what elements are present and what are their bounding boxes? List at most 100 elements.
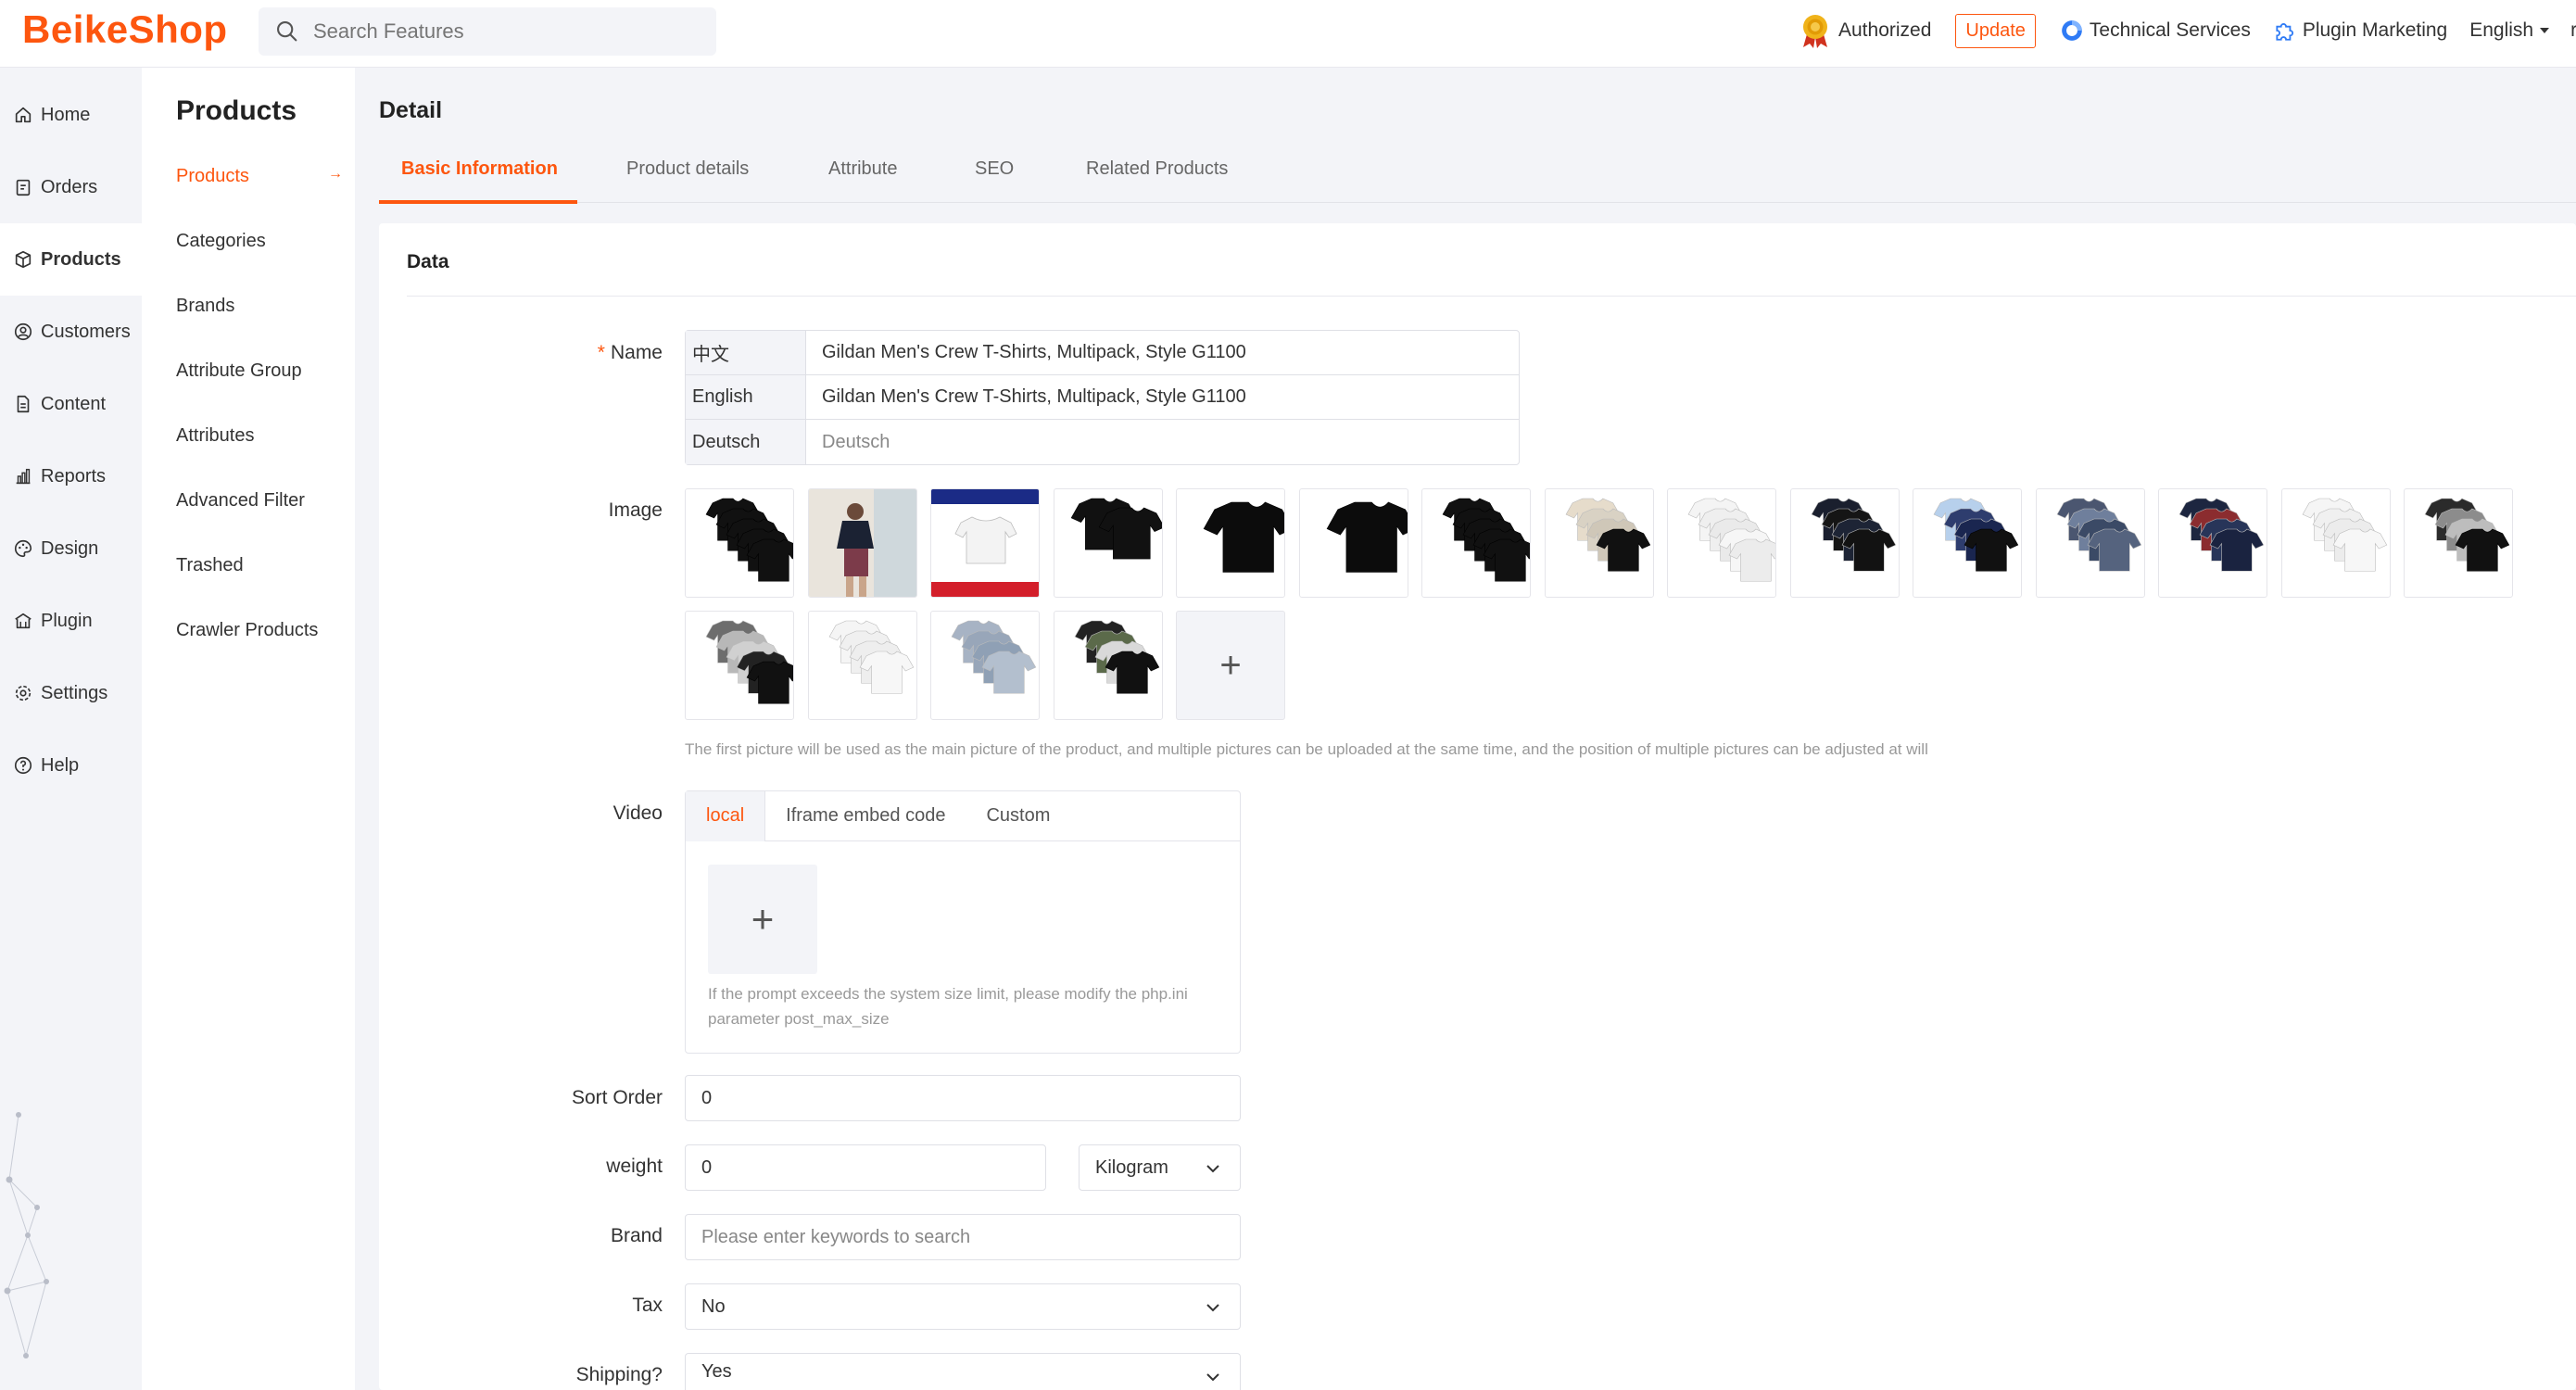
sidebar-item-content[interactable]: Content — [0, 368, 142, 440]
sidebar-item-label: Plugin — [41, 610, 93, 631]
sort-order-label: Sort Order — [571, 1087, 663, 1108]
authorized-badge[interactable]: Authorized — [1798, 12, 1931, 49]
sidebar-item-customers[interactable]: Customers — [0, 296, 142, 368]
plugin-marketing-link[interactable]: Plugin Marketing — [2273, 19, 2447, 43]
tab-related-products[interactable]: Related Products — [1086, 158, 1228, 180]
tab-attribute[interactable]: Attribute — [828, 158, 897, 180]
products-icon — [15, 250, 32, 269]
content-icon — [17, 395, 30, 413]
name-input-de[interactable]: Deutsch — [806, 420, 1519, 464]
sidebar-item-design[interactable]: Design — [0, 512, 142, 585]
name-label-text: Name — [610, 342, 663, 363]
chevron-down-icon — [1206, 1165, 1219, 1173]
submenu-item-categories[interactable]: Categories — [176, 231, 343, 252]
product-image-thumbnail[interactable] — [1913, 488, 2022, 598]
weight-unit-select[interactable]: Kilogram — [1079, 1144, 1241, 1191]
tab-basic-information[interactable]: Basic Information — [401, 158, 558, 180]
sidebar-item-reports[interactable]: Reports — [0, 440, 142, 512]
page-title: Detail — [379, 97, 443, 123]
brand-search-input[interactable]: Please enter keywords to search — [685, 1214, 1241, 1260]
shipping-select[interactable]: Yes — [685, 1353, 1241, 1390]
caret-down-icon — [2540, 28, 2550, 33]
name-input-zh[interactable]: Gildan Men's Crew T-Shirts, Multipack, S… — [806, 331, 1519, 374]
submenu-item-products[interactable]: Products → — [176, 166, 343, 187]
video-label: Video — [612, 802, 663, 824]
product-image-thumbnail[interactable] — [1298, 488, 1408, 598]
weight-label: weight — [606, 1156, 663, 1177]
tab-product-details[interactable]: Product details — [626, 158, 749, 180]
product-image-thumbnail[interactable] — [807, 488, 917, 598]
product-image-thumbnail[interactable] — [685, 488, 794, 598]
plugin-icon — [15, 613, 32, 629]
name-input-en[interactable]: Gildan Men's Crew T-Shirts, Multipack, S… — [806, 375, 1519, 419]
sidebar-item-label: Design — [41, 537, 99, 559]
language-dropdown[interactable]: English — [2469, 19, 2550, 42]
shipping-label: Shipping? — [575, 1364, 663, 1385]
sort-order-input[interactable]: 0 — [685, 1075, 1241, 1121]
logo[interactable]: BeikeShop — [22, 7, 228, 52]
product-image-thumbnail[interactable] — [1421, 488, 1531, 598]
product-image-thumbnail[interactable] — [1053, 611, 1163, 720]
search-box[interactable] — [259, 7, 716, 56]
weight-input[interactable]: 0 — [685, 1144, 1046, 1191]
section-divider — [407, 296, 2576, 297]
product-image-thumbnail[interactable] — [1053, 488, 1163, 598]
submenu-item-crawler-products[interactable]: Crawler Products — [176, 620, 343, 641]
video-hint: If the prompt exceeds the system size li… — [708, 985, 1188, 1028]
technical-services-icon — [2062, 20, 2082, 41]
update-button[interactable]: Update — [1955, 13, 2036, 48]
submenu-item-brands[interactable]: Brands — [176, 296, 343, 317]
product-image-thumbnail[interactable] — [685, 611, 794, 720]
tab-seo[interactable]: SEO — [975, 158, 1014, 180]
sidebar-item-home[interactable]: Home — [0, 79, 142, 151]
active-tab-indicator — [379, 200, 577, 204]
reports-icon — [16, 468, 31, 485]
product-image-thumbnail[interactable] — [2280, 488, 2391, 598]
add-image-button[interactable]: + — [1176, 611, 1285, 720]
video-tab-local[interactable]: local — [686, 790, 766, 841]
submenu-item-advanced-filter[interactable]: Advanced Filter — [176, 490, 343, 512]
product-image-thumbnail[interactable] — [1667, 488, 1776, 598]
video-tab-iframe[interactable]: Iframe embed code — [765, 791, 966, 841]
sidebar-item-label: Settings — [41, 682, 108, 703]
name-row-zh: 中文 Gildan Men's Crew T-Shirts, Multipack… — [686, 331, 1519, 375]
puzzle-icon — [2276, 23, 2293, 41]
home-icon — [15, 107, 32, 123]
search-input[interactable] — [313, 19, 684, 44]
sidebar-item-products[interactable]: Products — [0, 223, 142, 296]
technical-services-link[interactable]: Technical Services — [2060, 19, 2251, 43]
video-upload-button[interactable]: + — [708, 865, 817, 974]
lang-label-zh: 中文 — [686, 331, 806, 374]
image-hint: The first picture will be used as the ma… — [685, 740, 1928, 758]
sidebar-item-label: Home — [41, 104, 91, 125]
product-image-thumbnail[interactable] — [807, 611, 917, 720]
product-image-thumbnail[interactable] — [2158, 488, 2267, 598]
submenu-item-label: Products — [176, 166, 249, 186]
sidebar-item-label: Reports — [41, 465, 107, 486]
tax-select[interactable]: No — [685, 1283, 1241, 1330]
product-image-thumbnail[interactable] — [1789, 488, 1900, 598]
product-image-thumbnail[interactable] — [930, 488, 1040, 598]
plugin-marketing-label: Plugin Marketing — [2302, 19, 2448, 41]
user-menu[interactable]: rc — [2570, 19, 2576, 42]
product-image-thumbnail[interactable] — [2035, 488, 2145, 598]
sidebar-item-orders[interactable]: Orders — [0, 151, 142, 223]
sidebar-item-help[interactable]: Help — [0, 729, 142, 802]
product-image-thumbnail[interactable] — [930, 611, 1040, 720]
product-image-thumbnail[interactable] — [2404, 488, 2513, 598]
search-icon — [277, 21, 297, 42]
product-image-thumbnail[interactable] — [1176, 488, 1285, 598]
lang-label-de: Deutsch — [686, 420, 806, 464]
product-image-thumbnail[interactable] — [1544, 488, 1654, 598]
shipping-value: Yes — [701, 1361, 732, 1382]
help-icon — [14, 756, 32, 775]
top-header: BeikeShop Authorized Update Technical Se… — [0, 0, 2576, 68]
sidebar-item-plugin[interactable]: Plugin — [0, 585, 142, 657]
submenu-item-trashed[interactable]: Trashed — [176, 555, 343, 576]
video-tab-custom[interactable]: Custom — [966, 791, 1070, 841]
sidebar-item-label: Orders — [41, 176, 98, 197]
submenu-item-attributes[interactable]: Attributes — [176, 425, 343, 447]
submenu-item-attribute-group[interactable]: Attribute Group — [176, 360, 343, 382]
sidebar-item-settings[interactable]: Settings — [0, 657, 142, 729]
sidebar-item-label: Products — [41, 248, 121, 270]
